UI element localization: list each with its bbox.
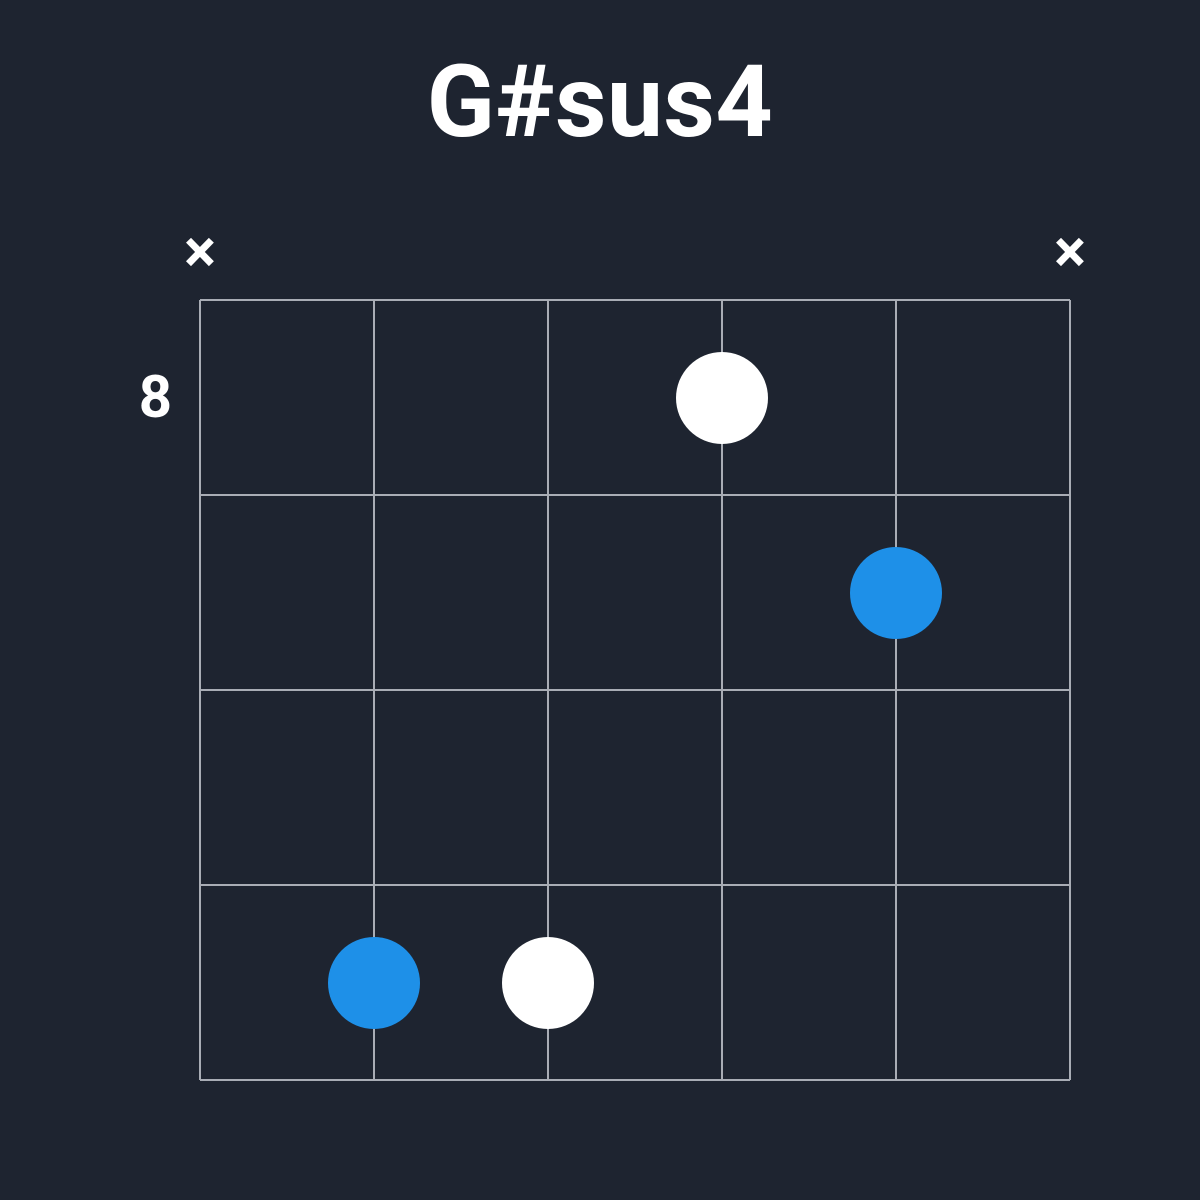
starting-fret-label: 8 (139, 364, 200, 432)
root-dot (850, 547, 942, 639)
mute-icon: × (1054, 222, 1086, 282)
fretboard-grid (198, 298, 1072, 1082)
note-dot (502, 937, 594, 1029)
note-dot (676, 352, 768, 444)
chord-diagram: G#sus4 8 × × (0, 0, 1200, 1200)
chord-name: G#sus4 (0, 44, 1200, 161)
root-dot (328, 937, 420, 1029)
mute-icon: × (184, 222, 216, 282)
